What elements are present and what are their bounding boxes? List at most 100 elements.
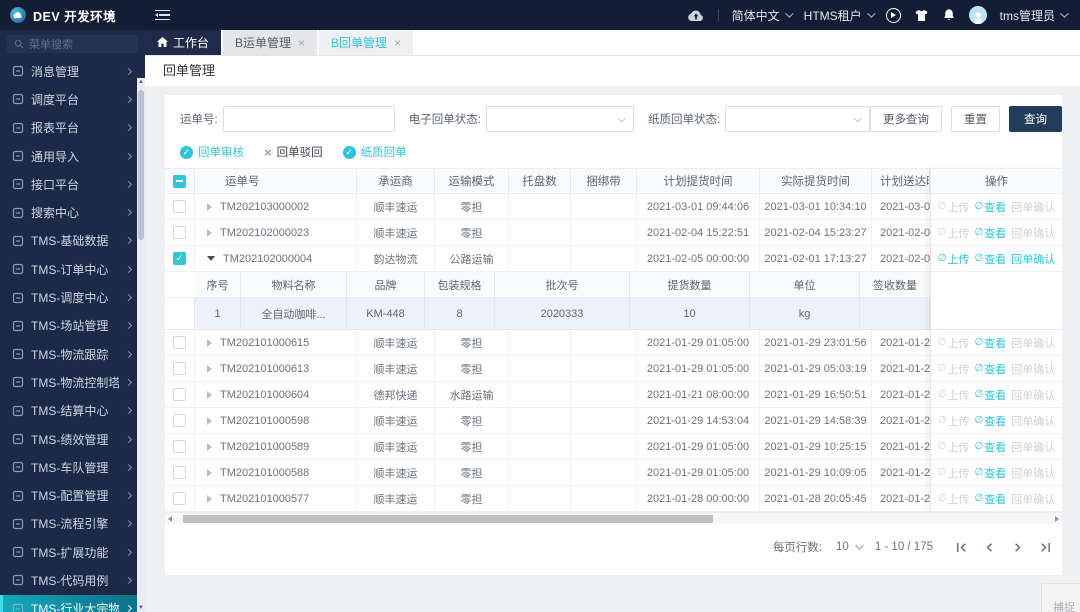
sidebar-item[interactable]: TMS-场站管理 — [0, 312, 145, 340]
language-switcher[interactable]: 简体中文 — [732, 7, 794, 24]
view-link[interactable]: ∅ 查看 — [975, 251, 1007, 267]
sidebar-item[interactable]: 调度平台 — [0, 85, 145, 113]
last-page-icon[interactable] — [1039, 541, 1052, 554]
confirm-receipt-link[interactable]: 回单确认 — [1011, 225, 1055, 241]
expand-arrow-icon[interactable] — [207, 494, 212, 503]
tenant-switcher[interactable]: HTMS租户 — [804, 7, 876, 24]
expand-arrow-icon[interactable] — [207, 228, 212, 237]
upload-link[interactable]: ∅ 上传 — [938, 439, 970, 455]
confirm-receipt-link[interactable]: 回单确认 — [1011, 335, 1055, 351]
prev-page-icon[interactable] — [983, 541, 996, 554]
close-icon[interactable]: × — [298, 36, 305, 50]
scroll-up-icon[interactable]: ▲ — [137, 79, 145, 85]
sidebar-item[interactable]: 搜索中心 — [0, 198, 145, 226]
row-checkbox[interactable] — [173, 336, 186, 349]
per-page-select[interactable]: 10 — [836, 541, 864, 553]
receipt-audit-button[interactable]: ✓ 回单审核 — [180, 144, 244, 160]
sidebar-item[interactable]: 通用导入 — [0, 142, 145, 170]
capture-button[interactable]: 捕捉 — [1041, 583, 1080, 612]
expand-arrow-icon[interactable] — [207, 338, 212, 347]
more-query-button[interactable]: 更多查询 — [870, 106, 942, 132]
search-button[interactable]: 查询 — [1009, 106, 1062, 132]
sidebar-item[interactable]: TMS-结算中心 — [0, 397, 145, 425]
sidebar-item[interactable]: TMS-行业大宗物流 — [0, 594, 145, 612]
receipt-reject-button[interactable]: × 回单驳回 — [264, 144, 323, 160]
confirm-receipt-link[interactable]: 回单确认 — [1011, 199, 1055, 215]
view-link[interactable]: ∅ 查看 — [975, 225, 1007, 241]
view-link[interactable]: ∅ 查看 — [975, 361, 1007, 377]
row-checkbox[interactable] — [173, 466, 186, 479]
shirt-icon[interactable] — [914, 9, 929, 22]
sidebar-item[interactable]: TMS-物流控制塔 — [0, 368, 145, 396]
upload-link[interactable]: ∅ 上传 — [938, 387, 970, 403]
confirm-receipt-link[interactable]: 回单确认 — [1011, 439, 1055, 455]
scroll-right-icon[interactable] — [1055, 516, 1059, 522]
confirm-receipt-link[interactable]: 回单确认 — [1011, 251, 1055, 267]
paper-receipt-select[interactable] — [725, 106, 870, 132]
sidebar-item[interactable]: TMS-流程引擎 — [0, 510, 145, 538]
view-link[interactable]: ∅ 查看 — [975, 413, 1007, 429]
row-checkbox[interactable] — [173, 388, 186, 401]
close-icon[interactable]: × — [394, 36, 401, 50]
view-link[interactable]: ∅ 查看 — [975, 335, 1007, 351]
sidebar-item[interactable]: TMS-配置管理 — [0, 481, 145, 509]
expand-arrow-icon[interactable] — [207, 256, 215, 261]
expand-arrow-icon[interactable] — [207, 390, 212, 399]
scroll-left-icon[interactable] — [168, 516, 172, 522]
sidebar-scrollbar[interactable]: ▲ ▼ — [137, 78, 145, 612]
view-link[interactable]: ∅ 查看 — [975, 387, 1007, 403]
view-link[interactable]: ∅ 查看 — [975, 199, 1007, 215]
sidebar-scrollbar-thumb[interactable] — [138, 90, 144, 240]
horizontal-scrollbar-thumb[interactable] — [183, 515, 713, 523]
bell-icon[interactable] — [942, 8, 956, 22]
expand-arrow-icon[interactable] — [207, 442, 212, 451]
upload-link[interactable]: ∅ 上传 — [938, 413, 970, 429]
select-all-checkbox[interactable] — [173, 174, 186, 188]
next-page-icon[interactable] — [1011, 541, 1024, 554]
upload-link[interactable]: ∅ 上传 — [938, 335, 970, 351]
sidebar-item[interactable]: TMS-扩展功能 — [0, 538, 145, 566]
sidebar-item[interactable]: TMS-代码用例 — [0, 566, 145, 594]
menu-search-input[interactable]: 菜单搜索 — [7, 35, 138, 53]
row-checkbox[interactable] — [173, 226, 186, 239]
view-link[interactable]: ∅ 查看 — [975, 491, 1007, 507]
sidebar-item[interactable]: TMS-物流跟踪 — [0, 340, 145, 368]
collapse-sidebar-icon[interactable] — [155, 9, 170, 21]
horizontal-scrollbar[interactable] — [165, 512, 1062, 524]
row-checkbox[interactable] — [173, 492, 186, 505]
scroll-down-icon[interactable]: ▼ — [137, 605, 145, 611]
view-link[interactable]: ∅ 查看 — [975, 465, 1007, 481]
upload-link[interactable]: ∅ 上传 — [938, 465, 970, 481]
confirm-receipt-link[interactable]: 回单确认 — [1011, 387, 1055, 403]
tab[interactable]: B运单管理 × — [223, 30, 318, 55]
sidebar-item[interactable]: TMS-车队管理 — [0, 453, 145, 481]
e-receipt-select[interactable] — [485, 106, 635, 132]
row-checkbox[interactable] — [173, 414, 186, 427]
confirm-receipt-link[interactable]: 回单确认 — [1011, 361, 1055, 377]
row-checkbox[interactable] — [173, 362, 186, 375]
tab[interactable]: 工作台 × — [145, 30, 222, 55]
sidebar-item[interactable]: 报表平台 — [0, 114, 145, 142]
expand-arrow-icon[interactable] — [207, 202, 212, 211]
tab[interactable]: B回单管理 × — [319, 30, 414, 55]
view-link[interactable]: ∅ 查看 — [975, 439, 1007, 455]
row-checkbox[interactable] — [173, 440, 186, 453]
confirm-receipt-link[interactable]: 回单确认 — [1011, 465, 1055, 481]
upload-link[interactable]: ∅ 上传 — [938, 361, 970, 377]
cloud-upload-icon[interactable] — [687, 9, 705, 22]
row-checkbox[interactable] — [173, 252, 186, 265]
avatar[interactable] — [968, 6, 987, 24]
sidebar-item[interactable]: TMS-基础数据 — [0, 227, 145, 255]
sidebar-item[interactable]: TMS-订单中心 — [0, 255, 145, 283]
upload-link[interactable]: ∅ 上传 — [938, 491, 970, 507]
paper-receipt-button[interactable]: ✓ 纸质回单 — [342, 144, 407, 160]
user-menu[interactable]: tms管理员 — [1000, 7, 1069, 24]
expand-arrow-icon[interactable] — [207, 468, 212, 477]
sidebar-item[interactable]: 消息管理 — [0, 57, 145, 85]
upload-link[interactable]: ∅ 上传 — [938, 225, 970, 241]
sidebar-item[interactable]: TMS-绩效管理 — [0, 425, 145, 453]
sidebar-item[interactable]: TMS-调度中心 — [0, 283, 145, 311]
sidebar-item[interactable]: 接口平台 — [0, 170, 145, 198]
upload-link[interactable]: ∅ 上传 — [938, 251, 970, 267]
play-circle-icon[interactable] — [885, 7, 901, 23]
